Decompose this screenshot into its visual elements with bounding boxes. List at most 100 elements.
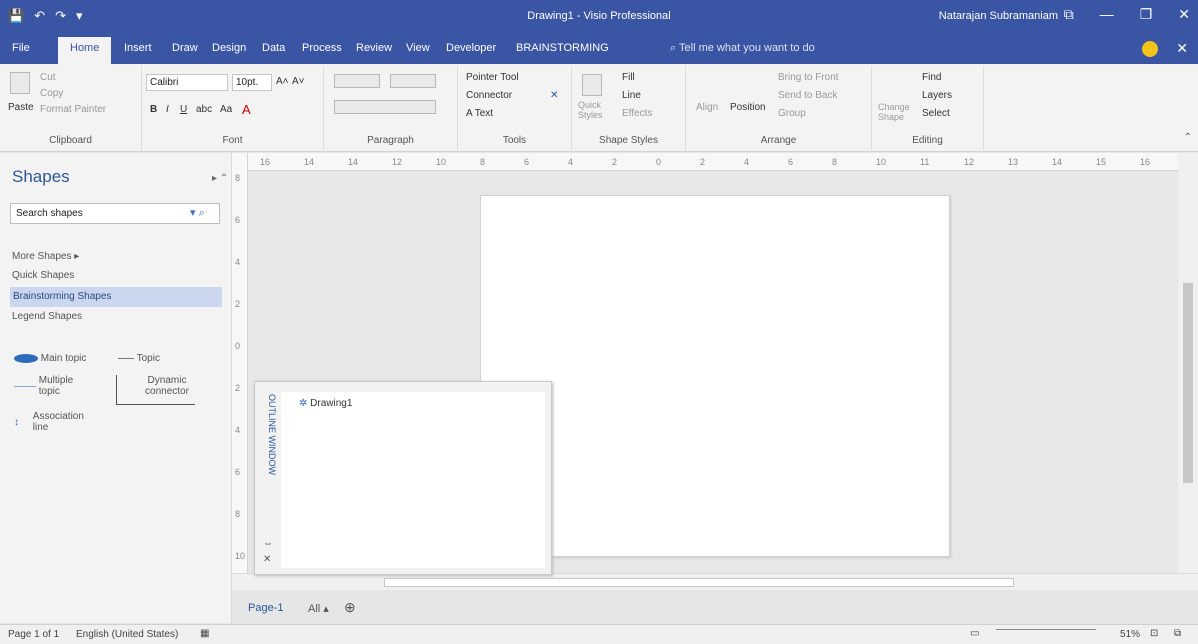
tools-group: Pointer Tool Connector A Text ✕ Tools bbox=[458, 66, 572, 150]
ribbon-display-icon[interactable]: ⧉ bbox=[1064, 6, 1074, 23]
tab-insert[interactable]: Insert bbox=[124, 42, 152, 54]
bring-to-front-button[interactable]: Bring to Front bbox=[778, 72, 839, 83]
paste-button[interactable]: Paste bbox=[8, 102, 34, 113]
close-button[interactable]: ✕ bbox=[1178, 6, 1190, 23]
tell-me-box[interactable]: ⌕ Tell me what you want to do bbox=[670, 42, 815, 55]
association-line-shape[interactable]: ↕ Association line bbox=[14, 411, 84, 433]
tab-home[interactable]: Home bbox=[58, 37, 112, 64]
text-align-icons[interactable] bbox=[334, 100, 436, 114]
multiple-topic-shape[interactable]: Multiple topic bbox=[14, 375, 85, 397]
position-button[interactable]: Position bbox=[730, 102, 766, 113]
close-tool-icon[interactable]: ✕ bbox=[550, 90, 558, 101]
ruler-v-tick: 8 bbox=[235, 509, 241, 519]
text-tool-button[interactable]: A Text bbox=[466, 108, 493, 119]
copy-button[interactable]: Copy bbox=[40, 88, 63, 99]
group-button[interactable]: Group bbox=[778, 108, 806, 119]
outline-pin-icon[interactable]: ⇔ bbox=[263, 538, 273, 549]
shrink-font-button[interactable]: A˅ bbox=[292, 76, 305, 87]
ruler-v-tick: 2 bbox=[235, 383, 241, 393]
vertical-scroll-thumb[interactable] bbox=[1183, 283, 1193, 483]
search-icon[interactable]: ▾ ⌕ bbox=[190, 206, 205, 220]
close-document-icon[interactable]: ✕ bbox=[1176, 40, 1188, 57]
tab-process[interactable]: Process bbox=[302, 42, 342, 54]
vertical-scrollbar[interactable] bbox=[1178, 153, 1198, 573]
tab-design[interactable]: Design bbox=[212, 42, 246, 54]
feedback-smiley-icon[interactable] bbox=[1142, 41, 1158, 57]
fit-window-icon[interactable]: ⊡ bbox=[1150, 628, 1158, 639]
status-bar: Page 1 of 1 English (United States) ▦ ▭ … bbox=[0, 624, 1198, 644]
page-number-status[interactable]: Page 1 of 1 bbox=[8, 629, 59, 640]
all-pages-button[interactable]: All ▴ bbox=[308, 602, 329, 615]
font-name-combo[interactable]: Calibri bbox=[146, 74, 228, 91]
send-to-back-button[interactable]: Send to Back bbox=[778, 90, 837, 101]
cut-button[interactable]: Cut bbox=[40, 72, 56, 83]
pointer-tool-button[interactable]: Pointer Tool bbox=[466, 72, 519, 83]
outline-node-drawing1[interactable]: ✲ Drawing1 bbox=[299, 398, 352, 409]
maximize-button[interactable]: ❐ bbox=[1140, 6, 1153, 23]
find-button[interactable]: Find bbox=[922, 72, 941, 83]
tab-data[interactable]: Data bbox=[262, 42, 285, 54]
fit-page-icon[interactable]: ▭ bbox=[970, 628, 979, 639]
font-color-button[interactable]: A bbox=[242, 102, 251, 117]
tab-developer[interactable]: Developer bbox=[446, 42, 496, 54]
legend-shapes-link[interactable]: Legend Shapes bbox=[12, 311, 82, 322]
zoom-slider[interactable] bbox=[996, 629, 1096, 630]
strikethrough-button[interactable]: abc bbox=[196, 104, 212, 115]
connector-button[interactable]: Connector bbox=[466, 90, 512, 101]
brainstorming-shapes-link[interactable]: Brainstorming Shapes bbox=[10, 287, 222, 307]
bold-button[interactable]: B bbox=[150, 104, 157, 115]
horizontal-scrollbar[interactable] bbox=[232, 573, 1198, 590]
zoom-level[interactable]: 51% bbox=[1120, 629, 1140, 640]
tools-group-label: Tools bbox=[502, 135, 527, 146]
ruler-h-tick: 14 bbox=[304, 157, 315, 167]
paste-icon[interactable] bbox=[10, 72, 30, 94]
select-button[interactable]: Select bbox=[922, 108, 950, 119]
ruler-v-tick: 10 bbox=[235, 551, 246, 561]
tab-review[interactable]: Review bbox=[356, 42, 392, 54]
collapse-ribbon-icon[interactable]: ⌃ bbox=[1184, 132, 1192, 143]
line-button[interactable]: Line bbox=[622, 90, 641, 101]
main-topic-icon bbox=[14, 353, 38, 363]
macro-record-icon[interactable]: ▦ bbox=[200, 628, 209, 639]
tab-view[interactable]: View bbox=[406, 42, 430, 54]
horizontal-scroll-thumb[interactable] bbox=[384, 578, 1014, 587]
outline-close-icon[interactable]: ✕ bbox=[263, 554, 271, 565]
change-shape-button[interactable]: Change Shape bbox=[878, 102, 912, 122]
window-controls: ⧉ — ❐ ✕ bbox=[1064, 6, 1190, 23]
fill-button[interactable]: Fill bbox=[622, 72, 635, 83]
bullets-icons[interactable] bbox=[390, 74, 436, 88]
align-button[interactable]: Align bbox=[696, 102, 718, 113]
font-size-combo[interactable]: 10pt. bbox=[232, 74, 272, 91]
search-shapes-input[interactable]: Search shapes bbox=[10, 203, 220, 224]
more-shapes-link[interactable]: More Shapes ▸ bbox=[12, 251, 79, 262]
outline-tree bbox=[281, 392, 545, 568]
minimize-button[interactable]: — bbox=[1100, 6, 1114, 23]
switch-windows-icon[interactable]: ⧉ bbox=[1174, 628, 1181, 639]
topic-shape[interactable]: Topic bbox=[118, 353, 160, 364]
tab-brainstorming[interactable]: BRAINSTORMING bbox=[516, 42, 609, 54]
tab-file[interactable]: File bbox=[12, 42, 30, 54]
quick-styles-icon[interactable] bbox=[582, 74, 602, 96]
main-topic-shape[interactable]: Main topic bbox=[14, 353, 86, 364]
page-1-tab[interactable]: Page-1 bbox=[248, 602, 283, 614]
layers-button[interactable]: Layers bbox=[922, 90, 952, 101]
editing-group: Change Shape Find Layers Select Editing bbox=[872, 66, 984, 150]
pane-menu-icon[interactable]: ▸ ⌃ bbox=[212, 173, 228, 184]
italic-button[interactable]: I bbox=[166, 104, 169, 115]
add-page-button[interactable]: ⊕ bbox=[344, 599, 356, 616]
tab-draw[interactable]: Draw bbox=[172, 42, 198, 54]
format-painter-button[interactable]: Format Painter bbox=[40, 104, 106, 115]
ruler-h-tick: 0 bbox=[656, 157, 662, 167]
user-name[interactable]: Natarajan Subramaniam bbox=[939, 10, 1058, 22]
quick-shapes-link[interactable]: Quick Shapes bbox=[12, 270, 74, 281]
ruler-h-tick: 4 bbox=[568, 157, 574, 167]
quick-styles-button[interactable]: Quick Styles bbox=[578, 100, 608, 120]
effects-button[interactable]: Effects bbox=[622, 108, 652, 119]
ruler-h-tick: 10 bbox=[876, 157, 887, 167]
dynamic-connector-shape[interactable]: Dynamic connector bbox=[116, 375, 195, 405]
alignment-icons[interactable] bbox=[334, 74, 380, 88]
language-status[interactable]: English (United States) bbox=[76, 629, 178, 640]
change-case-button[interactable]: Aa bbox=[220, 104, 232, 115]
grow-font-button[interactable]: A˄ bbox=[276, 76, 289, 87]
underline-button[interactable]: U bbox=[180, 104, 187, 115]
